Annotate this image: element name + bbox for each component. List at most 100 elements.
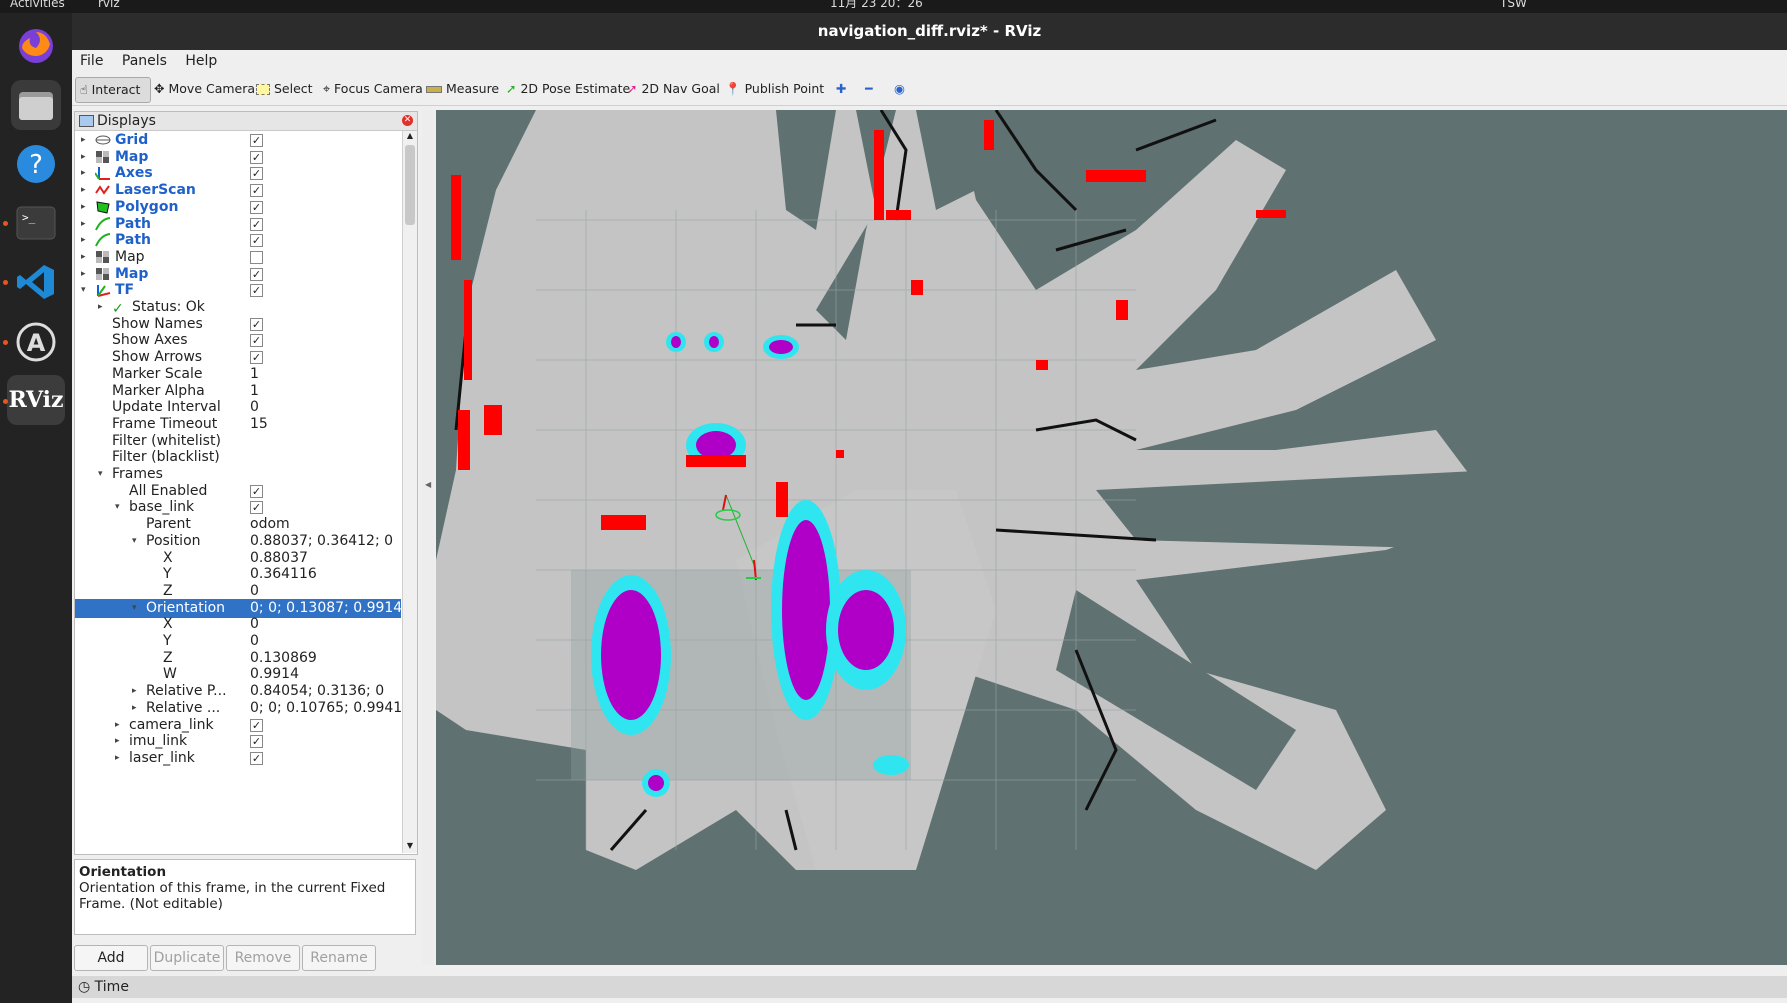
displays-panel: Displays ✕ ▸ Grid ✓ ▸ Map ✓ ▸ Axes ✓ ▸ LaserScan ✓ ▸…: [74, 111, 418, 855]
rename-button[interactable]: Rename: [302, 945, 376, 971]
displays-scrollbar[interactable]: ▲ ▼: [402, 131, 417, 853]
grid-icon: [95, 133, 111, 147]
hand-icon: ☝: [80, 82, 88, 97]
description-text: Orientation of this frame, in the curren…: [79, 880, 386, 912]
view-options-button[interactable]: ◉: [894, 77, 905, 101]
rviz-icon[interactable]: RViz: [7, 375, 65, 425]
window-title: navigation_diff.rviz* - RViz: [72, 13, 1787, 50]
tray-label[interactable]: TSW: [1500, 0, 1527, 10]
move-camera-tool[interactable]: ✥ Move Camera: [154, 77, 255, 101]
displays-tree: ▸ Grid ✓ ▸ Map ✓ ▸ Axes ✓ ▸ LaserScan ✓ ▸ Polygon ✓ ▸ Pa…: [75, 131, 401, 853]
add-button[interactable]: Add: [74, 945, 148, 971]
rviz-window: navigation_diff.rviz* - RViz File Panels…: [72, 13, 1787, 1003]
enabled-checkbox[interactable]: ✓: [250, 317, 263, 331]
nav-goal-label: 2D Nav Goal: [641, 81, 720, 96]
svg-text:?: ?: [29, 150, 43, 180]
scroll-up-icon[interactable]: ▲: [403, 131, 417, 143]
remove-tool-button[interactable]: ━: [865, 77, 873, 101]
measure-tool[interactable]: Measure: [426, 77, 499, 101]
select-tool[interactable]: Select: [256, 77, 313, 101]
scroll-down-icon[interactable]: ▼: [403, 841, 417, 853]
menu-bar: File Panels Help: [72, 50, 1787, 73]
displays-header: Displays ✕: [75, 112, 417, 131]
select-rect-icon: [256, 83, 270, 95]
enabled-checkbox[interactable]: ✓: [250, 484, 263, 498]
pose-estimate-label: 2D Pose Estimate: [520, 81, 631, 96]
path-icon: [95, 216, 111, 231]
publish-point-tool[interactable]: 📍 Publish Point: [725, 77, 824, 101]
map-icon: [95, 150, 111, 164]
add-tool-button[interactable]: ✚: [836, 77, 846, 101]
nav-goal-tool[interactable]: ➚ 2D Nav Goal: [627, 77, 720, 101]
enabled-checkbox[interactable]: ✓: [250, 200, 263, 214]
monitor-icon: [79, 115, 94, 127]
focus-camera-tool[interactable]: ⌖ Focus Camera: [323, 77, 423, 101]
enabled-checkbox[interactable]: ✓: [250, 167, 263, 181]
green-arrow-icon: ➚: [506, 81, 517, 96]
row-label: laser_link: [129, 749, 195, 766]
svg-text:>_: >_: [22, 211, 36, 224]
system-top-bar: Activities rviz 11月 23 20：26 TSW: [0, 0, 1787, 13]
enabled-checkbox[interactable]: ✓: [250, 217, 263, 231]
select-label: Select: [274, 81, 313, 96]
ruler-icon: [426, 85, 442, 93]
map-pin-icon: 📍: [725, 81, 741, 96]
app-menu[interactable]: rviz: [98, 0, 120, 10]
firefox-icon[interactable]: [11, 21, 61, 71]
interact-tool[interactable]: ☝ Interact: [75, 77, 151, 103]
measure-label: Measure: [446, 81, 500, 96]
enabled-checkbox[interactable]: ✓: [250, 150, 263, 164]
map-icon: [95, 250, 111, 264]
move-camera-label: Move Camera: [168, 81, 256, 96]
enabled-checkbox[interactable]: ✓: [250, 234, 263, 248]
scroll-thumb[interactable]: [405, 145, 415, 225]
enabled-checkbox[interactable]: ✓: [250, 134, 263, 147]
move-icon: ✥: [154, 81, 165, 96]
pose-estimate-tool[interactable]: ➚ 2D Pose Estimate: [506, 77, 630, 101]
enabled-checkbox[interactable]: ✓: [250, 351, 263, 365]
display-tree-row[interactable]: ▸ laser_link ✓: [75, 749, 401, 768]
focus-camera-label: Focus Camera: [334, 81, 423, 96]
map-render[interactable]: [436, 110, 1787, 965]
enabled-checkbox[interactable]: ✓: [250, 718, 263, 732]
collapse-arrow-icon[interactable]: ◀: [425, 480, 431, 489]
check-icon: ✓: [112, 301, 124, 317]
3d-view[interactable]: [436, 110, 1787, 965]
menu-help[interactable]: Help: [185, 53, 217, 69]
enabled-checkbox[interactable]: ✓: [250, 751, 263, 765]
activities-button[interactable]: Activities: [10, 0, 65, 10]
close-icon[interactable]: ✕: [402, 115, 413, 126]
dock: ? >_ A RViz: [0, 13, 72, 1003]
clock[interactable]: 11月 23 20：26: [830, 0, 923, 10]
enabled-checkbox[interactable]: ✓: [250, 284, 263, 298]
help-icon[interactable]: ?: [11, 139, 61, 189]
enabled-checkbox[interactable]: ✓: [250, 184, 263, 198]
enabled-checkbox[interactable]: ✓: [250, 501, 263, 515]
clock-icon: ◷: [78, 979, 91, 995]
menu-file[interactable]: File: [80, 53, 103, 69]
time-panel-bar: ◷ Time: [72, 976, 1787, 998]
enabled-checkbox[interactable]: ✓: [250, 334, 263, 348]
displays-title: Displays: [97, 113, 156, 129]
interact-label: Interact: [91, 82, 141, 97]
polygon-icon: [95, 200, 111, 214]
panel-splitter[interactable]: ◀: [422, 110, 434, 965]
minus-icon: ━: [865, 81, 873, 96]
time-label: Time: [94, 979, 129, 995]
map-icon: [95, 267, 111, 281]
vscode-icon[interactable]: [11, 257, 61, 307]
files-icon[interactable]: [11, 80, 61, 130]
property-description: Orientation Orientation of this frame, i…: [74, 859, 416, 935]
enabled-checkbox[interactable]: ✓: [250, 735, 263, 749]
terminal-icon[interactable]: >_: [11, 198, 61, 248]
software-updater-icon[interactable]: A: [11, 317, 61, 367]
collapsed-arrow-icon[interactable]: ▸: [115, 749, 120, 768]
enabled-checkbox[interactable]: [250, 250, 263, 264]
path-icon: [95, 233, 111, 247]
enabled-checkbox[interactable]: ✓: [250, 267, 263, 281]
menu-panels[interactable]: Panels: [122, 53, 167, 69]
duplicate-button[interactable]: Duplicate: [150, 945, 224, 971]
remove-button[interactable]: Remove: [226, 945, 300, 971]
description-title: Orientation: [79, 864, 167, 880]
plus-icon: ✚: [836, 81, 847, 96]
